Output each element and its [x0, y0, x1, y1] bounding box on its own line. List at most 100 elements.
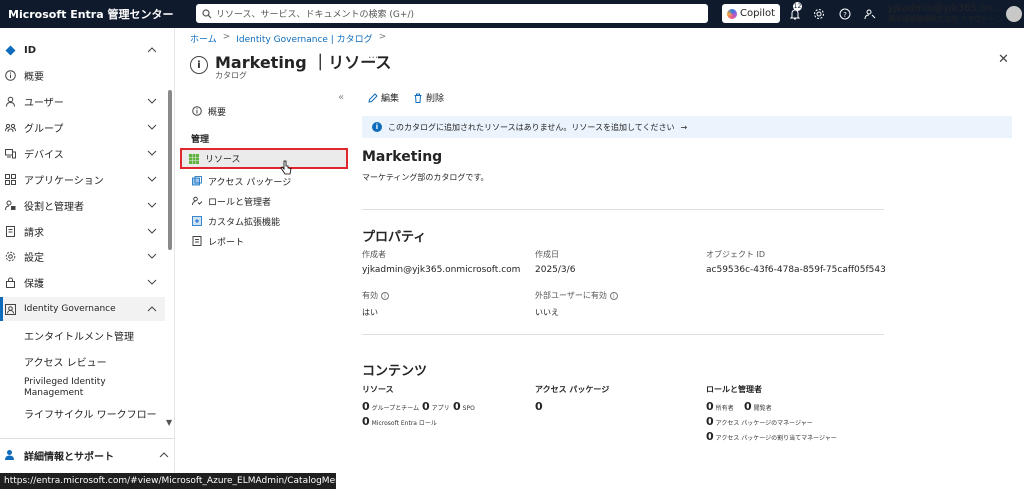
- user-account[interactable]: yjkadmin@yjk365.on... 横浜情報機器株式会社 クラウドー..…: [882, 3, 1002, 25]
- created-by-label: 作成者: [362, 250, 386, 259]
- mouse-cursor-icon: [280, 160, 292, 175]
- nav-applications[interactable]: アプリケーション: [0, 167, 165, 191]
- object-id-label: オブジェクト ID: [706, 250, 766, 259]
- enabled-value: はい: [362, 308, 378, 317]
- package-assignment-managers-count[interactable]: 0 アクセス パッケージの割り当てマネージャー: [706, 430, 837, 443]
- edit-button[interactable]: 編集: [368, 91, 399, 104]
- status-url: https://entra.microsoft.com/#view/Micros…: [0, 473, 336, 489]
- count-value: 0: [362, 415, 370, 428]
- count-value: 0: [706, 400, 714, 413]
- info-icon[interactable]: i: [381, 292, 389, 300]
- created-by-value: yjkadmin@yjk365.onmicrosoft.com: [362, 265, 521, 275]
- nav-identity-governance[interactable]: Identity Governance: [0, 297, 165, 321]
- close-button[interactable]: ✕: [998, 52, 1009, 67]
- nav-label: 詳細情報とサポート: [24, 451, 114, 463]
- divider: [362, 334, 884, 335]
- info-icon: [191, 106, 202, 117]
- people-icon: [191, 196, 202, 207]
- nav-users[interactable]: ユーザー: [0, 89, 165, 113]
- info-banner[interactable]: i このカタログに追加されたリソースはありません。リソースを追加してください →: [362, 116, 1012, 138]
- info-icon[interactable]: i: [609, 292, 618, 300]
- more-options-button[interactable]: ···: [368, 51, 379, 64]
- feedback-icon[interactable]: [862, 6, 878, 22]
- breadcrumb-catalogs[interactable]: Identity Governance | カタログ: [236, 32, 372, 45]
- nav-label: ID: [24, 44, 37, 56]
- nav-overview[interactable]: 概要: [0, 63, 165, 87]
- left-navigation: ID 概要 ユーザー グループ デバイス アプリケーション 役割と管理者 請求 …: [0, 28, 175, 473]
- nav-devices[interactable]: デバイス: [0, 141, 165, 165]
- chevron-right-icon: >: [378, 32, 387, 42]
- gear-icon[interactable]: [811, 6, 827, 22]
- owners-count[interactable]: 0 所有者: [706, 400, 734, 413]
- count-label: 閲覧者: [753, 405, 772, 412]
- delete-button[interactable]: 削除: [413, 91, 444, 104]
- count-value: 0: [706, 415, 714, 428]
- count-label: アクセス パッケージのマネージャー: [715, 420, 813, 427]
- menu-roles-admins[interactable]: ロールと管理者: [185, 192, 345, 210]
- extension-icon: [191, 216, 202, 227]
- resources-label: リソース: [362, 385, 394, 394]
- copilot-button[interactable]: Copilot: [722, 4, 780, 23]
- menu-overview[interactable]: 概要: [185, 102, 345, 120]
- scroll-down-icon[interactable]: ▼: [166, 418, 172, 427]
- nav-lifecycle-workflows[interactable]: ライフサイクル ワークフロー: [24, 406, 157, 421]
- gear-icon: [4, 250, 16, 262]
- avatar[interactable]: [1006, 6, 1022, 22]
- menu-reports[interactable]: レポート: [185, 232, 345, 250]
- sidebar-scrollbar[interactable]: [168, 90, 172, 250]
- nav-label: 概要: [24, 71, 44, 83]
- count-label: SPO: [462, 405, 475, 412]
- nav-entitlement-management[interactable]: エンタイトルメント管理: [24, 328, 134, 343]
- spo-count[interactable]: 0 SPO: [453, 400, 475, 413]
- user-name: yjkadmin@yjk365.on...: [887, 3, 1002, 14]
- groups-count[interactable]: 0 グループとチーム: [362, 400, 419, 413]
- nav-pim-line1[interactable]: Privileged Identity: [24, 377, 106, 387]
- nav-roles-admins[interactable]: 役割と管理者: [0, 193, 165, 217]
- menu-custom-extensions[interactable]: カスタム拡張機能: [185, 212, 345, 230]
- nav-settings[interactable]: 設定: [0, 244, 165, 268]
- nav-learn-support[interactable]: 詳細情報とサポート: [0, 446, 175, 464]
- count-value: 0: [362, 400, 370, 413]
- edit-label: 編集: [381, 94, 400, 104]
- menu-label: レポート: [208, 237, 245, 248]
- global-search-input[interactable]: リソース、サービス、ドキュメントの検索 (G+/): [196, 4, 708, 23]
- nav-id[interactable]: ID: [0, 38, 165, 62]
- lock-icon: [4, 276, 16, 288]
- nav-pim-line2[interactable]: Management: [24, 388, 83, 398]
- created-date-label: 作成日: [535, 250, 559, 259]
- entra-roles-count[interactable]: 0 Microsoft Entra ロール: [362, 415, 437, 428]
- readers-count[interactable]: 0 閲覧者: [744, 400, 772, 413]
- breadcrumb: ホーム > Identity Governance | カタログ >: [190, 32, 386, 45]
- menu-label: アクセス パッケージ: [208, 177, 292, 188]
- menu-resources[interactable]: リソース: [180, 148, 348, 169]
- nav-billing[interactable]: 請求: [0, 219, 165, 243]
- roles-admins-label: ロールと管理者: [706, 385, 762, 394]
- user-org: 横浜情報機器株式会社 クラウドー...: [888, 15, 1002, 23]
- nav-protection[interactable]: 保護: [0, 270, 165, 294]
- nav-label: グループ: [24, 123, 64, 135]
- apps-count[interactable]: 0 アプリ: [422, 400, 450, 413]
- chevron-down-icon: [147, 176, 157, 182]
- search-placeholder: リソース、サービス、ドキュメントの検索 (G+/): [216, 10, 414, 20]
- menu-access-packages[interactable]: アクセス パッケージ: [185, 172, 345, 190]
- package-managers-count[interactable]: 0 アクセス パッケージのマネージャー: [706, 415, 813, 428]
- search-icon: [202, 8, 212, 18]
- help-icon[interactable]: ?: [837, 6, 853, 22]
- nav-access-reviews[interactable]: アクセス レビュー: [24, 354, 107, 369]
- notification-badge: 12: [793, 2, 802, 11]
- breadcrumb-home[interactable]: ホーム: [190, 32, 217, 45]
- nav-label: ユーザー: [24, 97, 64, 109]
- delete-label: 削除: [426, 94, 445, 104]
- menu-section-manage: 管理: [191, 135, 210, 145]
- chevron-down-icon: [147, 253, 157, 259]
- external-value: いいえ: [535, 308, 559, 317]
- access-packages-count[interactable]: 0: [535, 400, 543, 413]
- catalog-name: Marketing: [362, 149, 443, 165]
- person-icon: [4, 95, 16, 107]
- app-title[interactable]: Microsoft Entra 管理センター: [0, 6, 196, 22]
- nav-groups[interactable]: グループ: [0, 115, 165, 139]
- nav-label: 請求: [24, 227, 44, 239]
- object-id-value: ac59536c-43f6-478a-859f-75caff05f543: [706, 265, 886, 275]
- catalog-description: マーケティング部のカタログです。: [362, 173, 489, 182]
- copilot-label: Copilot: [739, 8, 776, 19]
